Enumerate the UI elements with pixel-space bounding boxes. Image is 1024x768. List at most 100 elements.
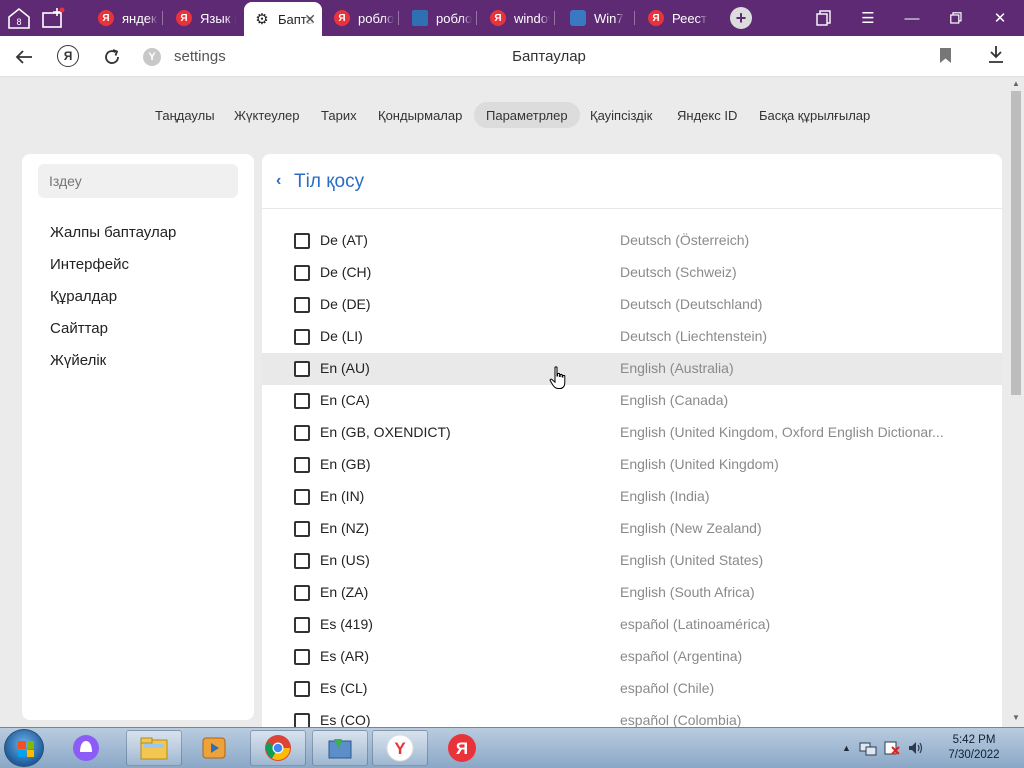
sidebar-item[interactable]: Құралдар bbox=[50, 288, 117, 305]
action-center-icon[interactable] bbox=[883, 740, 901, 756]
close-tab-icon[interactable]: ✕ bbox=[304, 11, 316, 28]
browser-tab[interactable]: роблокс bbox=[402, 0, 472, 36]
language-checkbox[interactable] bbox=[294, 457, 310, 473]
page-scrollbar[interactable]: ▲ ▼ bbox=[1008, 77, 1024, 727]
language-checkbox[interactable] bbox=[294, 393, 310, 409]
taskbar-explorer[interactable] bbox=[126, 730, 182, 766]
start-button[interactable] bbox=[4, 729, 44, 767]
language-code: De (DE) bbox=[320, 296, 371, 312]
settings-nav-item[interactable]: Жүктеулер bbox=[222, 102, 312, 128]
language-name: English (Australia) bbox=[620, 360, 734, 376]
yandex-favicon-icon: Я bbox=[490, 10, 506, 26]
settings-nav-item[interactable]: Тарих bbox=[309, 102, 369, 128]
folder-icon bbox=[140, 737, 168, 760]
browser-tab[interactable]: Win7 bbox=[560, 0, 630, 36]
browser-tab[interactable]: ⚙Баптаулар✕ bbox=[244, 2, 322, 36]
browser-tab[interactable]: Я Язык и bbox=[166, 0, 236, 36]
new-tab-button[interactable]: + bbox=[730, 7, 752, 29]
panel-title[interactable]: Тіл қосу bbox=[294, 171, 364, 193]
new-tab-group-button[interactable] bbox=[40, 6, 66, 30]
show-hidden-icons-icon[interactable]: ▲ bbox=[842, 743, 851, 753]
download-icon bbox=[989, 46, 1003, 63]
app-window-icon bbox=[328, 739, 352, 759]
sidebar-item[interactable]: Жүйелік bbox=[50, 352, 106, 369]
minimize-icon: — bbox=[904, 9, 920, 27]
taskbar-yandex-browser[interactable]: Y bbox=[372, 730, 428, 766]
download-button[interactable] bbox=[988, 45, 1004, 68]
language-row[interactable]: En (ZA) English (South Africa) bbox=[262, 577, 1002, 609]
tab-collections-button[interactable] bbox=[802, 0, 846, 36]
language-row[interactable]: En (NZ) English (New Zealand) bbox=[262, 513, 1002, 545]
add-tab-icon bbox=[42, 7, 65, 28]
language-checkbox[interactable] bbox=[294, 681, 310, 697]
sidebar-item[interactable]: Интерфейс bbox=[50, 256, 129, 273]
scroll-down-icon[interactable]: ▼ bbox=[1011, 713, 1021, 723]
language-row[interactable]: Es (419) español (Latinoamérica) bbox=[262, 609, 1002, 641]
language-row[interactable]: En (GB, OXENDICT) English (United Kingdom… bbox=[262, 417, 1002, 449]
sidebar-item[interactable]: Жалпы баптаулар bbox=[50, 224, 176, 241]
language-row[interactable]: De (AT) Deutsch (Österreich) bbox=[262, 225, 1002, 257]
language-checkbox[interactable] bbox=[294, 297, 310, 313]
language-checkbox[interactable] bbox=[294, 233, 310, 249]
language-row[interactable]: De (LI) Deutsch (Liechtenstein) bbox=[262, 321, 1002, 353]
clock[interactable]: 5:42 PM 7/30/2022 bbox=[940, 733, 1008, 763]
taskbar-yandex[interactable]: Я bbox=[434, 730, 490, 766]
scroll-up-icon[interactable]: ▲ bbox=[1011, 79, 1021, 89]
settings-nav-item[interactable]: Басқа құрылғылар bbox=[747, 102, 882, 128]
volume-icon[interactable] bbox=[907, 740, 925, 756]
settings-nav-item[interactable]: Қауіпсіздік bbox=[578, 102, 664, 128]
settings-nav-item[interactable]: Параметрлер bbox=[474, 102, 580, 128]
taskbar-chrome[interactable] bbox=[250, 730, 306, 766]
browser-tab[interactable]: Яяндекс bbox=[88, 0, 158, 36]
language-checkbox[interactable] bbox=[294, 489, 310, 505]
language-checkbox[interactable] bbox=[294, 617, 310, 633]
language-row[interactable]: De (CH) Deutsch (Schweiz) bbox=[262, 257, 1002, 289]
restore-button[interactable] bbox=[934, 0, 978, 36]
language-checkbox[interactable] bbox=[294, 425, 310, 441]
network-icon[interactable] bbox=[859, 740, 877, 756]
language-checkbox[interactable] bbox=[294, 649, 310, 665]
language-code: En (NZ) bbox=[320, 520, 369, 536]
language-row[interactable]: En (AU) English (Australia) bbox=[262, 353, 1002, 385]
address-bar: Я Y settings Баптаулар bbox=[0, 36, 1024, 77]
language-row[interactable]: En (GB) English (United Kingdom) bbox=[262, 449, 1002, 481]
tab-separator bbox=[634, 11, 635, 25]
windows-taskbar: Y Я ▲ 5:42 PM 7/30/2022 bbox=[0, 727, 1024, 768]
language-checkbox[interactable] bbox=[294, 361, 310, 377]
language-checkbox[interactable] bbox=[294, 329, 310, 345]
language-name: English (India) bbox=[620, 488, 710, 504]
minimize-button[interactable]: — bbox=[890, 0, 934, 36]
settings-nav-item[interactable]: Яндекс ID bbox=[665, 102, 749, 128]
language-name: English (New Zealand) bbox=[620, 520, 762, 536]
browser-tab[interactable]: Яроблокс bbox=[324, 0, 394, 36]
language-row[interactable]: De (DE) Deutsch (Deutschland) bbox=[262, 289, 1002, 321]
language-row[interactable]: En (US) English (United States) bbox=[262, 545, 1002, 577]
browser-tab[interactable]: Я Реестр bbox=[638, 0, 708, 36]
close-window-button[interactable]: ✕ bbox=[978, 0, 1022, 36]
collections-icon bbox=[816, 10, 831, 26]
settings-nav-item[interactable]: Қондырмалар bbox=[366, 102, 474, 128]
scroll-thumb[interactable] bbox=[1011, 91, 1021, 395]
language-row[interactable]: Es (AR) español (Argentina) bbox=[262, 641, 1002, 673]
taskbar-media-player[interactable] bbox=[186, 730, 242, 766]
language-row[interactable]: En (CA) English (Canada) bbox=[262, 385, 1002, 417]
tab-manager-button[interactable]: 8 bbox=[6, 6, 32, 30]
chrome-icon bbox=[265, 735, 291, 761]
language-checkbox[interactable] bbox=[294, 553, 310, 569]
sidebar-item[interactable]: Сайттар bbox=[50, 320, 108, 337]
language-checkbox[interactable] bbox=[294, 585, 310, 601]
chevron-left-icon[interactable]: ‹ bbox=[276, 172, 281, 190]
language-name: English (Canada) bbox=[620, 392, 729, 408]
language-checkbox[interactable] bbox=[294, 265, 310, 281]
language-name: English (United Kingdom, Oxford English … bbox=[620, 424, 944, 440]
language-row[interactable]: En (IN) English (India) bbox=[262, 481, 1002, 513]
browser-tab[interactable]: Яwindows bbox=[480, 0, 550, 36]
settings-nav-item[interactable]: Таңдаулы bbox=[143, 102, 227, 128]
taskbar-alice[interactable] bbox=[58, 730, 114, 766]
language-code: En (AU) bbox=[320, 360, 370, 376]
language-checkbox[interactable] bbox=[294, 521, 310, 537]
language-row[interactable]: Es (CL) español (Chile) bbox=[262, 673, 1002, 705]
menu-button[interactable]: ☰ bbox=[846, 0, 890, 36]
taskbar-app[interactable] bbox=[312, 730, 368, 766]
search-input[interactable] bbox=[38, 164, 238, 198]
